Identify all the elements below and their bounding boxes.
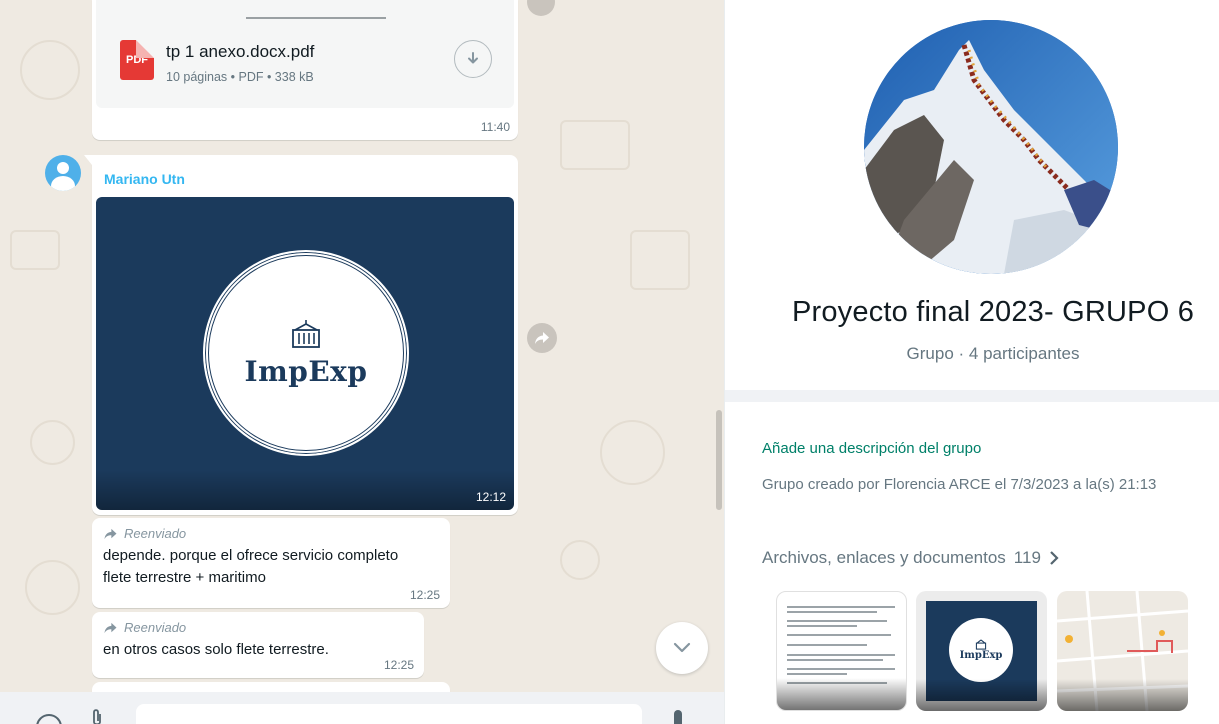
media-label: Archivos, enlaces y documentos — [762, 548, 1006, 567]
avatar-body — [51, 176, 75, 191]
document-message[interactable]: PDF tp 1 anexo.docx.pdf 10 páginas • PDF… — [92, 0, 518, 140]
wallpaper-doodle — [20, 40, 80, 100]
mountain-photo — [864, 20, 1118, 274]
download-icon — [468, 52, 478, 64]
thumbnail-logo: ImpExp — [949, 618, 1013, 682]
document-file-meta: 10 páginas • PDF • 338 kB — [166, 70, 314, 84]
group-info-pane: Proyecto final 2023- GRUPO 6 Grupo · 4 p… — [725, 0, 1219, 724]
section-divider — [725, 390, 1219, 402]
forwarded-message[interactable]: Reenviado en otros casos solo flete terr… — [92, 612, 424, 678]
forwarded-icon — [104, 528, 117, 539]
pdf-file-icon: PDF — [120, 40, 154, 80]
thumbnail-logo-text: ImpExp — [959, 650, 1003, 661]
chat-pane: PDF tp 1 anexo.docx.pdf 10 páginas • PDF… — [0, 0, 724, 724]
message-time: 12:12 — [475, 490, 506, 504]
forwarded-icon — [104, 622, 117, 633]
forward-button[interactable] — [527, 323, 557, 353]
forward-icon — [535, 332, 549, 344]
forwarded-label-text: Reenviado — [124, 526, 187, 541]
document-file-name: tp 1 anexo.docx.pdf — [166, 42, 315, 61]
media-thumbnail-document[interactable] — [776, 591, 907, 711]
forwarded-label-text: Reenviado — [124, 620, 187, 635]
attach-icon[interactable] — [90, 708, 104, 724]
message-time: 11:40 — [480, 120, 510, 134]
avatar-head — [57, 162, 69, 174]
container-icon — [975, 639, 987, 650]
forwarded-label: Reenviado — [103, 620, 414, 635]
message-time: 12:25 — [409, 588, 440, 602]
forwarded-message[interactable]: Reenviado depende. porque el ofrece serv… — [92, 518, 450, 608]
pdf-badge-label: PDF — [126, 54, 148, 66]
mic-icon[interactable] — [674, 710, 682, 724]
sender-name[interactable]: Mariano Utn — [104, 171, 185, 187]
wallpaper-doodle — [630, 230, 690, 290]
composer-bar — [0, 692, 724, 724]
media-count: 119 — [1013, 548, 1041, 567]
media-links-docs-header[interactable]: Archivos, enlaces y documentos 119 — [762, 548, 1059, 568]
forwarded-label: Reenviado — [103, 526, 440, 541]
wallpaper-doodle — [600, 420, 665, 485]
group-created-by: Grupo creado por Florencia ARCE el 7/3/2… — [762, 476, 1157, 493]
chevron-down-icon — [673, 642, 691, 653]
document-card[interactable]: PDF tp 1 anexo.docx.pdf 10 páginas • PDF… — [96, 24, 514, 108]
download-button[interactable] — [454, 40, 492, 78]
wallpaper-doodle — [25, 560, 80, 615]
image-shade — [96, 470, 514, 510]
add-description-link[interactable]: Añade una descripción del grupo — [762, 440, 981, 457]
thumbnail-shade — [1057, 679, 1188, 711]
group-title[interactable]: Proyecto final 2023- GRUPO 6 — [725, 296, 1219, 329]
media-thumbnail-image[interactable]: ImpExp — [916, 591, 1047, 711]
wallpaper-doodle — [560, 120, 630, 170]
impexp-image[interactable]: ImpExp 12:12 — [96, 197, 514, 510]
wallpaper-doodle — [560, 540, 600, 580]
media-thumbnail-map[interactable] — [1057, 591, 1188, 711]
thumbnail-shade — [916, 679, 1047, 711]
emoji-icon[interactable] — [36, 714, 62, 724]
paperclip-icon — [93, 709, 101, 724]
message-time: 12:25 — [383, 658, 414, 672]
wallpaper-doodle — [10, 230, 60, 270]
thumbnail-shade — [777, 678, 906, 710]
message-text: en otros casos solo flete terrestre. — [103, 641, 329, 658]
avatar[interactable] — [45, 155, 81, 191]
scroll-down-button[interactable] — [656, 622, 708, 674]
group-subtitle: Grupo · 4 participantes — [906, 344, 1080, 363]
logo-ring — [208, 255, 404, 451]
image-message[interactable]: Mariano Utn ImpExp 12:12 — [84, 155, 518, 515]
impexp-logo: ImpExp — [203, 250, 409, 456]
group-photo[interactable] — [864, 20, 1118, 274]
message-input[interactable] — [136, 704, 642, 724]
forward-icon[interactable] — [527, 0, 555, 16]
scrollbar[interactable] — [716, 410, 722, 510]
wallpaper-doodle — [30, 420, 75, 465]
chevron-right-icon — [1050, 551, 1059, 565]
document-preview[interactable] — [96, 0, 514, 26]
message-text: depende. porque el ofrece servicio compl… — [103, 547, 399, 586]
